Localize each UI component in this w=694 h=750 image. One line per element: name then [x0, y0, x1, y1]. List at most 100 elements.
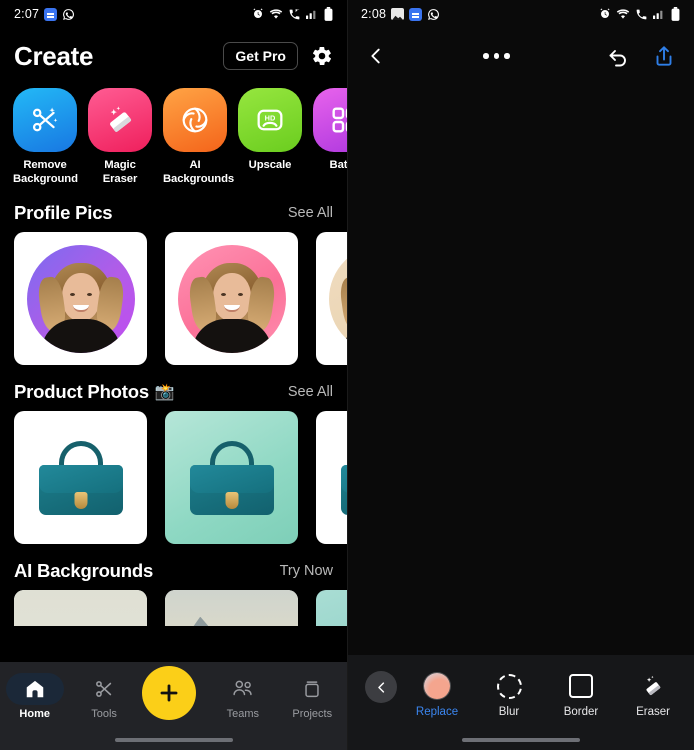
page-title: Create	[14, 40, 94, 71]
tool-border[interactable]: Border	[557, 671, 605, 718]
profile-pic-card[interactable]	[14, 232, 147, 365]
tool-label-line2: Background	[13, 173, 78, 185]
portrait-thumbnail	[14, 232, 147, 365]
cactus-thumbnail	[14, 590, 147, 626]
undo-arrow-icon[interactable]	[606, 44, 630, 68]
status-left-group: 2:07	[14, 7, 75, 21]
tool-label: Upscale	[248, 159, 292, 171]
bottom-navigation[interactable]: Home Tools Teams Projects	[0, 662, 347, 750]
ai-background-card[interactable]	[316, 590, 347, 626]
tool-label: AI Backgrounds	[163, 158, 234, 186]
left-screen-create: 2:07 Create Get Pro Remove Background Ma…	[0, 0, 347, 750]
section-header-profile-pics: Profile Pics See All	[0, 194, 347, 232]
share-icon[interactable]	[652, 44, 676, 68]
nav-item-create-fab[interactable]	[142, 666, 204, 720]
tool-batch[interactable]: Batch	[313, 88, 347, 186]
nav-label: Projects	[292, 708, 333, 720]
mail-badge-icon	[409, 7, 423, 21]
section-title: Product Photos 📸	[14, 381, 175, 403]
editor-header	[347, 28, 694, 84]
screen-divider	[347, 0, 348, 750]
scissors-sparkle-icon	[13, 88, 77, 152]
product-photo-card[interactable]	[165, 411, 298, 544]
section-title-text: Product Photos	[14, 381, 149, 402]
tool-magic-eraser[interactable]: Magic Eraser	[88, 88, 152, 186]
tool-upscale[interactable]: HD Upscale	[238, 88, 302, 186]
plus-icon[interactable]	[142, 666, 197, 720]
gear-icon[interactable]	[311, 45, 333, 67]
product-photo-card[interactable]	[316, 411, 347, 544]
ai-background-card[interactable]	[14, 590, 147, 626]
wifi-icon	[269, 8, 283, 20]
battery-icon	[671, 7, 680, 21]
home-indicator	[114, 738, 233, 742]
call-icon	[288, 8, 301, 21]
header-actions: Get Pro	[223, 42, 333, 70]
ai-background-card[interactable]	[165, 590, 298, 626]
get-pro-button[interactable]: Get Pro	[223, 42, 298, 70]
chevron-left-circle-icon[interactable]	[365, 671, 397, 703]
profile-pic-card[interactable]	[316, 232, 347, 365]
replace-swatch-icon	[413, 671, 461, 701]
see-all-profile-pics[interactable]: See All	[288, 205, 333, 221]
profile-pic-card[interactable]	[165, 232, 298, 365]
whatsapp-icon	[62, 8, 75, 21]
tool-remove-background[interactable]: Remove Background	[13, 88, 78, 186]
profile-pics-row[interactable]	[0, 232, 347, 365]
nav-item-projects[interactable]: Projects	[281, 673, 343, 720]
status-bar-left: 2:07	[0, 0, 347, 28]
status-left-group: 2:08	[361, 7, 440, 21]
status-right-group	[252, 7, 333, 21]
tool-replace[interactable]: Replace	[413, 671, 461, 718]
camera-emoji: 📸	[154, 384, 175, 401]
editor-tool-items[interactable]: Replace Blur Border Eraser	[413, 671, 694, 718]
tool-ai-backgrounds[interactable]: AI Backgrounds	[163, 88, 234, 186]
tool-label: Magic Eraser	[102, 159, 138, 185]
chevron-left-icon[interactable]	[365, 45, 387, 67]
wifi-icon	[616, 8, 630, 20]
try-now-ai-backgrounds[interactable]: Try Now	[280, 563, 333, 579]
section-header-product-photos: Product Photos 📸 See All	[0, 373, 347, 411]
tool-label: Eraser	[636, 706, 670, 718]
nav-item-home[interactable]: Home	[4, 673, 66, 720]
battery-icon	[324, 7, 333, 21]
home-icon	[5, 673, 64, 705]
see-all-product-photos[interactable]: See All	[288, 384, 333, 400]
eraser-sparkle-icon	[629, 671, 677, 701]
editor-toolbar[interactable]: Replace Blur Border Eraser	[347, 655, 694, 750]
photo-icon	[391, 8, 405, 20]
product-photos-row[interactable]	[0, 411, 347, 544]
status-bar-right: 2:08	[347, 0, 694, 28]
square-icon	[557, 671, 605, 701]
home-indicator	[461, 738, 580, 742]
tool-label: Blur	[498, 706, 520, 718]
right-screen-editor: 2:08 Replace Blur Border Eraser	[347, 0, 694, 750]
aperture-icon	[163, 88, 227, 152]
product-photo-card[interactable]	[14, 411, 147, 544]
whatsapp-icon	[427, 8, 440, 21]
people-icon	[214, 673, 272, 705]
nav-label: Teams	[226, 708, 260, 720]
more-dots-icon[interactable]	[483, 53, 510, 59]
tool-shortcuts-row[interactable]: Remove Background Magic Eraser AI Backgr…	[0, 84, 347, 186]
portrait-thumbnail	[165, 232, 298, 365]
status-time: 2:07	[14, 7, 40, 21]
tool-eraser[interactable]: Eraser	[629, 671, 677, 718]
nav-item-teams[interactable]: Teams	[212, 673, 274, 720]
handbag-thumbnail	[14, 411, 147, 544]
tool-label-line1: Remove	[23, 159, 67, 171]
teal-thumbnail	[316, 590, 347, 626]
dashed-circle-icon	[485, 671, 533, 701]
svg-text:HD: HD	[265, 114, 276, 123]
signal-icon	[306, 8, 319, 20]
editor-header-actions	[606, 44, 676, 68]
scissors-icon	[75, 673, 133, 705]
signal-icon	[653, 8, 666, 20]
tool-blur[interactable]: Blur	[485, 671, 533, 718]
call-icon	[635, 8, 648, 21]
section-title: AI Backgrounds	[14, 560, 154, 581]
alarm-icon	[599, 8, 611, 20]
ai-backgrounds-row[interactable]	[0, 590, 347, 626]
tool-label-line1: AI	[189, 159, 201, 171]
nav-item-tools[interactable]: Tools	[73, 673, 135, 720]
